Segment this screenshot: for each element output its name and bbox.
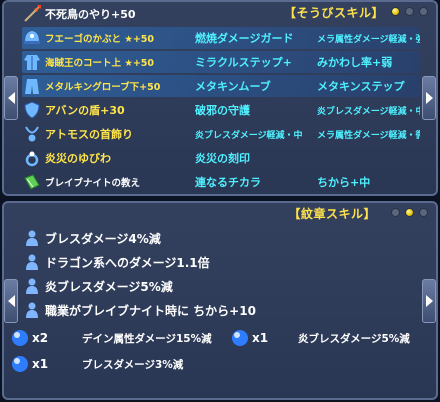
equip-row[interactable]: 不死鳥のやり+50 <box>22 3 420 25</box>
page-indicator <box>391 208 428 217</box>
equip-skill-1: メタキンムーブ <box>195 80 271 93</box>
page-dot[interactable] <box>391 208 400 217</box>
crest-row[interactable]: 炎ブレスダメージ5%減 <box>22 275 420 297</box>
spear-icon <box>22 4 42 24</box>
equip-skill-2: ちから+中 <box>317 176 371 189</box>
equip-row[interactable]: メタルキングローブ下+50 メタキンムーブ メタキンステップ <box>22 75 420 97</box>
prev-page-arrow[interactable] <box>4 76 18 120</box>
orb-text: デイン属性ダメージ15%減 <box>82 332 212 345</box>
crest-figure-icon <box>22 228 42 248</box>
equip-skill-1: 破邪の守護 <box>195 104 250 117</box>
crest-skill-panel: 【紋章スキル】 ブレスダメージ4%減 ドラゴン系へのダメージ1.1倍 炎ブレスダ… <box>2 201 438 400</box>
equip-skill-2: メラ属性ダメージ軽減・強 <box>317 34 420 45</box>
crest-row[interactable]: ブレスダメージ4%減 <box>22 227 420 249</box>
equip-name: フエーゴのかぶと ★+50 <box>45 34 155 45</box>
equip-row[interactable]: フエーゴのかぶと ★+50 燃焼ダメージガード メラ属性ダメージ軽減・強 <box>22 27 420 49</box>
crest-figure-icon <box>22 276 42 296</box>
crest-row[interactable]: 職業がブレイブナイト時に ちから+10 <box>22 299 420 321</box>
orb-icon <box>12 330 28 346</box>
equip-skill-1: 炎ブレスダメージ軽減・中 <box>195 130 303 141</box>
crest-row[interactable]: ドラゴン系へのダメージ1.1倍 <box>22 251 420 273</box>
crest-text: 炎ブレスダメージ5%減 <box>45 279 173 294</box>
next-page-arrow[interactable] <box>422 278 436 323</box>
equip-name: メタルキングローブ下+50 <box>45 82 161 93</box>
orb-count: x1 <box>32 357 49 371</box>
orb-icon <box>232 330 248 346</box>
orb-count: x2 <box>32 331 49 345</box>
shield-icon <box>22 100 42 120</box>
equip-name: アバンの盾+30 <box>45 104 125 117</box>
robe-bottom-icon <box>22 76 42 96</box>
book-icon <box>22 172 42 192</box>
equip-skill-1: ミラクルステップ+ <box>195 56 292 69</box>
crest-text: 職業がブレイブナイト時に ちから+10 <box>45 303 256 318</box>
equip-name: 不死鳥のやり+50 <box>45 8 136 21</box>
orb-text: ブレスダメージ3%減 <box>82 358 184 371</box>
next-page-arrow[interactable] <box>422 76 436 120</box>
arrow-right-icon <box>425 294 433 307</box>
equip-skill-1: 炎災の刻印 <box>195 152 250 165</box>
equip-row[interactable]: ブレイブナイトの教え 連なるチカラ ちから+中 <box>22 171 420 193</box>
orb-row[interactable]: x1 ブレスダメージ3%減 <box>10 353 183 375</box>
equip-skill-2: メラ属性ダメージ軽減・微弱 <box>317 130 420 141</box>
crest-figure-icon <box>22 300 42 320</box>
equip-row[interactable]: 海賊王のコート上 ★+50 ミラクルステップ+ みかわし率+弱 <box>22 51 420 73</box>
ring-icon <box>22 148 42 168</box>
equip-skill-2: みかわし率+弱 <box>317 56 393 69</box>
equip-row[interactable]: アトモスの首飾り 炎ブレスダメージ軽減・中 メラ属性ダメージ軽減・微弱 <box>22 123 420 145</box>
arrow-left-icon <box>7 92 15 104</box>
arrow-left-icon <box>7 294 15 307</box>
equip-skill-1: 燃焼ダメージガード <box>195 32 294 45</box>
equip-skill-2: メタキンステップ <box>317 80 405 93</box>
equip-name: 炎災のゆびわ <box>45 152 111 165</box>
orb-row[interactable]: x1 炎ブレスダメージ5%減 <box>230 327 410 349</box>
orb-count: x1 <box>252 331 269 345</box>
equip-row[interactable]: アバンの盾+30 破邪の守護 炎ブレスダメージ軽減・中 <box>22 99 420 121</box>
equip-skill-2: 炎ブレスダメージ軽減・中 <box>317 106 420 117</box>
coat-top-icon <box>22 52 42 72</box>
necklace-icon <box>22 124 42 144</box>
orb-icon <box>12 356 28 372</box>
crest-text: ブレスダメージ4%減 <box>45 231 161 246</box>
orb-row[interactable]: x2 デイン属性ダメージ15%減 <box>10 327 212 349</box>
crest-figure-icon <box>22 252 42 272</box>
crest-text: ドラゴン系へのダメージ1.1倍 <box>45 255 210 270</box>
equip-skill-panel: 【そうびスキル】 不死鳥のやり+50 フエーゴのかぶと ★+50 燃焼ダメージガ… <box>2 0 438 196</box>
equip-name: 海賊王のコート上 ★+50 <box>45 58 155 69</box>
prev-page-arrow[interactable] <box>4 278 18 323</box>
page-dot[interactable] <box>419 208 428 217</box>
arrow-right-icon <box>425 92 433 104</box>
crest-skill-title: 【紋章スキル】 <box>288 207 376 221</box>
equip-name: アトモスの首飾り <box>45 128 133 141</box>
helmet-icon <box>22 28 42 48</box>
orb-text: 炎ブレスダメージ5%減 <box>298 332 410 345</box>
page-dot[interactable] <box>405 208 414 217</box>
page-dot[interactable] <box>419 7 428 16</box>
equip-name: ブレイブナイトの教え <box>45 178 141 189</box>
equip-skill-1: 連なるチカラ <box>195 176 261 189</box>
equip-row[interactable]: 炎災のゆびわ 炎災の刻印 <box>22 147 420 169</box>
